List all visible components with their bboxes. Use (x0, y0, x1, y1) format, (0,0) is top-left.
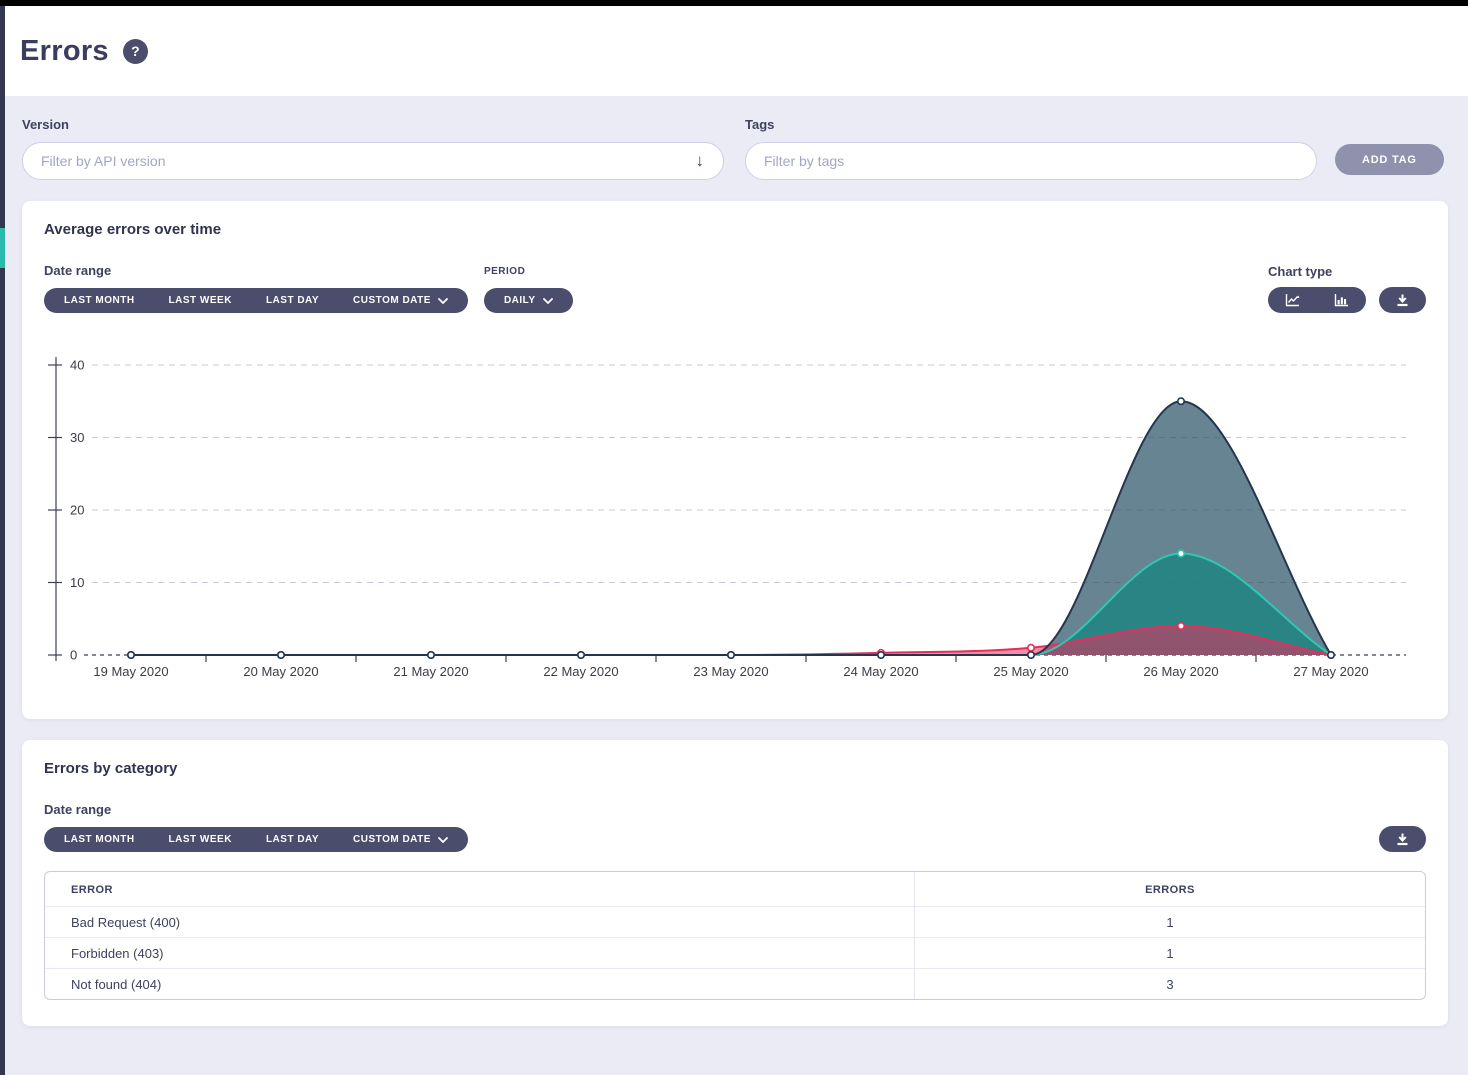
bar-chart-icon (1333, 293, 1350, 308)
version-label: Version (22, 117, 724, 132)
line-chart-icon (1284, 293, 1301, 308)
add-tag-button[interactable]: ADD TAG (1335, 144, 1444, 175)
tags-label: Tags (745, 117, 1317, 132)
download-icon (1395, 293, 1410, 307)
svg-text:23 May 2020: 23 May 2020 (693, 664, 768, 679)
errors-table: ERROR ERRORS Bad Request (400) 1 Forbidd… (44, 871, 1426, 1000)
period-select[interactable]: DAILY (487, 288, 570, 313)
error-count-cell: 1 (914, 938, 1425, 969)
last-day-button[interactable]: LAST DAY (249, 288, 336, 313)
version-input[interactable] (22, 142, 724, 180)
column-header-error: ERROR (45, 872, 914, 907)
svg-text:10: 10 (70, 575, 84, 590)
area-chart: 0 10 20 30 40 19 May 2020 20 May 2020 21 May 20… (44, 349, 1422, 694)
dropdown-arrow-icon[interactable]: ↓ (696, 150, 705, 172)
help-icon[interactable]: ? (123, 39, 148, 64)
svg-text:20 May 2020: 20 May 2020 (243, 664, 318, 679)
average-errors-card: Average errors over time Date range LAST… (22, 201, 1448, 719)
error-name-cell: Bad Request (400) (45, 907, 914, 938)
custom-date-label: CUSTOM DATE (353, 295, 431, 306)
error-name-cell: Not found (404) (45, 969, 914, 1000)
version-filter: Version ↓ (22, 117, 724, 180)
errors-by-category-card: Errors by category Date range LAST MONTH… (22, 740, 1448, 1026)
scroll-indicator (0, 228, 5, 268)
table-row: Not found (404) 3 (45, 969, 1425, 1000)
chevron-down-icon (438, 298, 448, 304)
date-range-group: LAST MONTH LAST WEEK LAST DAY CUSTOM DAT… (44, 288, 468, 313)
tags-filter: Tags (745, 117, 1317, 180)
date-range-label: Date range (44, 263, 468, 278)
chevron-down-icon (543, 298, 553, 304)
card-title: Average errors over time (44, 221, 1426, 238)
last-month-button[interactable]: LAST MONTH (47, 827, 152, 852)
page-title: Errors (20, 35, 109, 68)
sidebar-edge (0, 6, 5, 1075)
svg-text:30: 30 (70, 430, 84, 445)
last-week-button[interactable]: LAST WEEK (152, 288, 249, 313)
chart-type-label: Chart type (1268, 264, 1426, 279)
chart-type-group (1268, 287, 1366, 313)
date-range-block: Date range LAST MONTH LAST WEEK LAST DAY… (44, 263, 468, 313)
svg-text:27 May 2020: 27 May 2020 (1293, 664, 1368, 679)
card-title: Errors by category (44, 760, 1426, 777)
chevron-down-icon (438, 837, 448, 843)
main-content: Version ↓ Tags ADD TAG Average errors ov… (5, 96, 1468, 1075)
svg-text:21 May 2020: 21 May 2020 (393, 664, 468, 679)
table-row: Bad Request (400) 1 (45, 907, 1425, 938)
date-range-label: Date range (44, 802, 468, 817)
line-chart-button[interactable] (1268, 287, 1317, 313)
error-name-cell: Forbidden (403) (45, 938, 914, 969)
period-value: DAILY (504, 295, 536, 306)
date-range-group: LAST MONTH LAST WEEK LAST DAY CUSTOM DAT… (44, 827, 468, 852)
errors-over-time-chart: 0 10 20 30 40 19 May 2020 20 May 2020 21 May 20… (44, 349, 1426, 699)
svg-text:0: 0 (70, 648, 77, 663)
svg-text:26 May 2020: 26 May 2020 (1143, 664, 1218, 679)
chart-type-block: Chart type (1268, 264, 1426, 313)
svg-text:20: 20 (70, 503, 84, 518)
table-controls: Date range LAST MONTH LAST WEEK LAST DAY… (44, 802, 1426, 852)
download-chart-button[interactable] (1379, 287, 1426, 313)
table-row: Forbidden (403) 1 (45, 938, 1425, 969)
filter-bar: Version ↓ Tags ADD TAG (22, 117, 1448, 180)
last-week-button[interactable]: LAST WEEK (152, 827, 249, 852)
svg-text:19 May 2020: 19 May 2020 (93, 664, 168, 679)
custom-date-button[interactable]: CUSTOM DATE (336, 827, 465, 852)
date-range-block: Date range LAST MONTH LAST WEEK LAST DAY… (44, 802, 468, 852)
svg-text:24 May 2020: 24 May 2020 (843, 664, 918, 679)
custom-date-button[interactable]: CUSTOM DATE (336, 288, 465, 313)
svg-text:22 May 2020: 22 May 2020 (543, 664, 618, 679)
last-day-button[interactable]: LAST DAY (249, 827, 336, 852)
svg-text:40: 40 (70, 358, 84, 373)
download-icon (1395, 832, 1410, 846)
error-count-cell: 3 (914, 969, 1425, 1000)
bar-chart-button[interactable] (1317, 287, 1366, 313)
period-label: PERIOD (484, 266, 573, 277)
column-header-errors: ERRORS (914, 872, 1425, 907)
period-block: PERIOD DAILY (484, 266, 573, 313)
download-table-button[interactable] (1379, 826, 1426, 852)
last-month-button[interactable]: LAST MONTH (47, 288, 152, 313)
custom-date-label: CUSTOM DATE (353, 834, 431, 845)
tags-input[interactable] (745, 142, 1317, 180)
error-count-cell: 1 (914, 907, 1425, 938)
chart-controls: Date range LAST MONTH LAST WEEK LAST DAY… (44, 263, 1426, 313)
window-top-edge (0, 0, 1468, 6)
page-header: Errors ? (5, 6, 1468, 96)
svg-text:25 May 2020: 25 May 2020 (993, 664, 1068, 679)
